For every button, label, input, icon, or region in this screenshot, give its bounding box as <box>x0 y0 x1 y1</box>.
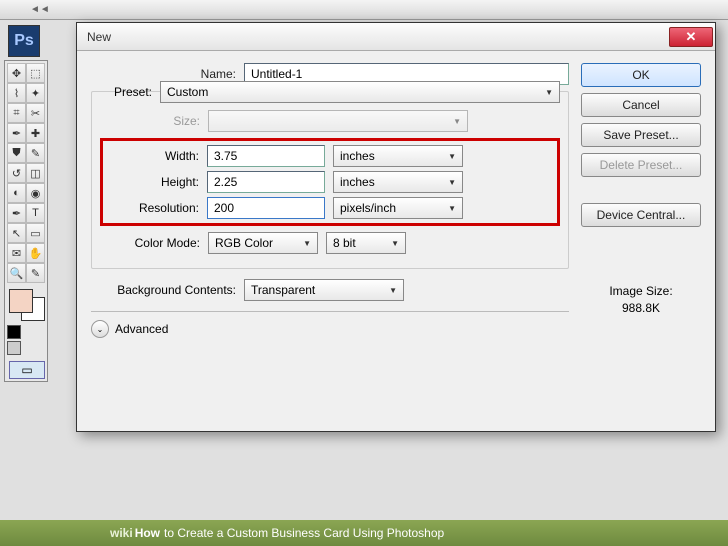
advanced-toggle[interactable]: ⌄ <box>91 320 109 338</box>
stamp-tool[interactable]: ⛊ <box>7 143 26 163</box>
colordepth-value: 8 bit <box>333 236 356 250</box>
caption-wiki: wiki <box>110 526 133 540</box>
name-label: Name: <box>91 67 236 81</box>
height-unit-value: inches <box>340 175 375 189</box>
resolution-unit-value: pixels/inch <box>340 201 396 215</box>
wand-tool[interactable]: ✦ <box>26 83 45 103</box>
caption-bar: wikiHow to Create a Custom Business Card… <box>0 520 728 546</box>
eraser-tool[interactable]: ◫ <box>26 163 45 183</box>
ok-button[interactable]: OK <box>581 63 701 87</box>
mini-swatch-gray[interactable] <box>7 341 21 355</box>
device-central-button[interactable]: Device Central... <box>581 203 701 227</box>
preset-group: Preset: Custom ▼ Size: ▼ <box>91 91 569 269</box>
delete-preset-button: Delete Preset... <box>581 153 701 177</box>
bgcontents-label: Background Contents: <box>91 283 236 297</box>
app-window: ◄◄ Ps ✥⬚ ⌇✦ ⌗✂ ✒✚ ⛊✎ ↺◫ ◐◉ ✒T ↖▭ ✉✋ 🔍✎ ▭… <box>0 0 728 546</box>
caption-how: How <box>135 526 160 540</box>
height-input[interactable] <box>207 171 325 193</box>
history-tool[interactable]: ↺ <box>7 163 26 183</box>
notes-tool[interactable]: ✉ <box>7 243 26 263</box>
chevron-down-icon: ▼ <box>545 88 553 97</box>
width-unit-value: inches <box>340 149 375 163</box>
crop-tool[interactable]: ⌗ <box>7 103 26 123</box>
caption-text: to Create a Custom Business Card Using P… <box>164 526 444 540</box>
gradient-tool[interactable]: ◐ <box>7 183 26 203</box>
pen-tool[interactable]: ✒ <box>7 203 26 223</box>
close-button[interactable]: ✕ <box>669 27 713 47</box>
brush-tool[interactable]: ✎ <box>26 143 45 163</box>
chevron-down-icon: ▼ <box>391 239 399 248</box>
preset-label: Preset: <box>100 85 152 99</box>
image-size-value: 988.8K <box>581 300 701 317</box>
resolution-input[interactable] <box>207 197 325 219</box>
quickmask-icon[interactable]: ▭ <box>9 361 45 379</box>
type-tool[interactable]: T <box>26 203 45 223</box>
chevron-down-icon: ▼ <box>448 204 456 213</box>
mini-swatch-black[interactable] <box>7 325 21 339</box>
zoom-tool[interactable]: 🔍 <box>7 263 26 283</box>
healing-tool[interactable]: ✚ <box>26 123 45 143</box>
chevron-down-icon: ▼ <box>448 178 456 187</box>
height-unit-dropdown[interactable]: inches ▼ <box>333 171 463 193</box>
dialog-title: New <box>87 30 669 44</box>
chevron-down-icon: ▼ <box>389 286 397 295</box>
move-tool[interactable]: ✥ <box>7 63 26 83</box>
colormode-value: RGB Color <box>215 236 273 250</box>
cancel-button[interactable]: Cancel <box>581 93 701 117</box>
nav-arrows-icon: ◄◄ <box>30 4 50 15</box>
lasso-tool[interactable]: ⌇ <box>7 83 26 103</box>
foreground-color[interactable] <box>9 289 33 313</box>
save-preset-button[interactable]: Save Preset... <box>581 123 701 147</box>
width-input[interactable] <box>207 145 325 167</box>
sampler-tool[interactable]: ✎ <box>26 263 45 283</box>
toolbox: ✥⬚ ⌇✦ ⌗✂ ✒✚ ⛊✎ ↺◫ ◐◉ ✒T ↖▭ ✉✋ 🔍✎ ▭ <box>4 60 48 382</box>
dialog-titlebar: New ✕ <box>77 23 715 51</box>
marquee-tool[interactable]: ⬚ <box>26 63 45 83</box>
photoshop-logo: Ps <box>8 25 40 57</box>
bgcontents-dropdown[interactable]: Transparent ▼ <box>244 279 404 301</box>
divider <box>91 311 569 312</box>
height-label: Height: <box>107 175 199 189</box>
chevron-down-icon: ▼ <box>448 152 456 161</box>
chevron-down-icon: ▼ <box>303 239 311 248</box>
preset-value: Custom <box>167 85 208 99</box>
resolution-label: Resolution: <box>107 201 199 215</box>
bgcontents-value: Transparent <box>251 283 315 297</box>
dialog-side-panel: OK Cancel Save Preset... Delete Preset..… <box>581 63 701 338</box>
path-tool[interactable]: ↖ <box>7 223 26 243</box>
width-unit-dropdown[interactable]: inches ▼ <box>333 145 463 167</box>
chevron-down-icon: ▼ <box>453 117 461 126</box>
colormode-dropdown[interactable]: RGB Color ▼ <box>208 232 318 254</box>
shape-tool[interactable]: ▭ <box>26 223 45 243</box>
resolution-unit-dropdown[interactable]: pixels/inch ▼ <box>333 197 463 219</box>
colormode-label: Color Mode: <box>100 236 200 250</box>
advanced-label: Advanced <box>115 322 168 336</box>
blur-tool[interactable]: ◉ <box>26 183 45 203</box>
hand-tool[interactable]: ✋ <box>26 243 45 263</box>
color-swatches[interactable] <box>7 287 45 323</box>
dialog-main-panel: Name: Preset: Custom ▼ Size: <box>91 63 569 338</box>
image-size-label: Image Size: <box>581 283 701 300</box>
new-document-dialog: New ✕ Name: Preset: Custom ▼ <box>76 22 716 432</box>
size-dropdown: ▼ <box>208 110 468 132</box>
image-size-info: Image Size: 988.8K <box>581 283 701 317</box>
menu-bar: ◄◄ <box>0 0 728 20</box>
colordepth-dropdown[interactable]: 8 bit ▼ <box>326 232 406 254</box>
size-label: Size: <box>100 114 200 128</box>
slice-tool[interactable]: ✂ <box>26 103 45 123</box>
width-label: Width: <box>107 149 199 163</box>
dimensions-highlight: Width: inches ▼ Height: inches <box>100 138 560 226</box>
eyedropper-tool[interactable]: ✒ <box>7 123 26 143</box>
preset-dropdown[interactable]: Custom ▼ <box>160 81 560 103</box>
